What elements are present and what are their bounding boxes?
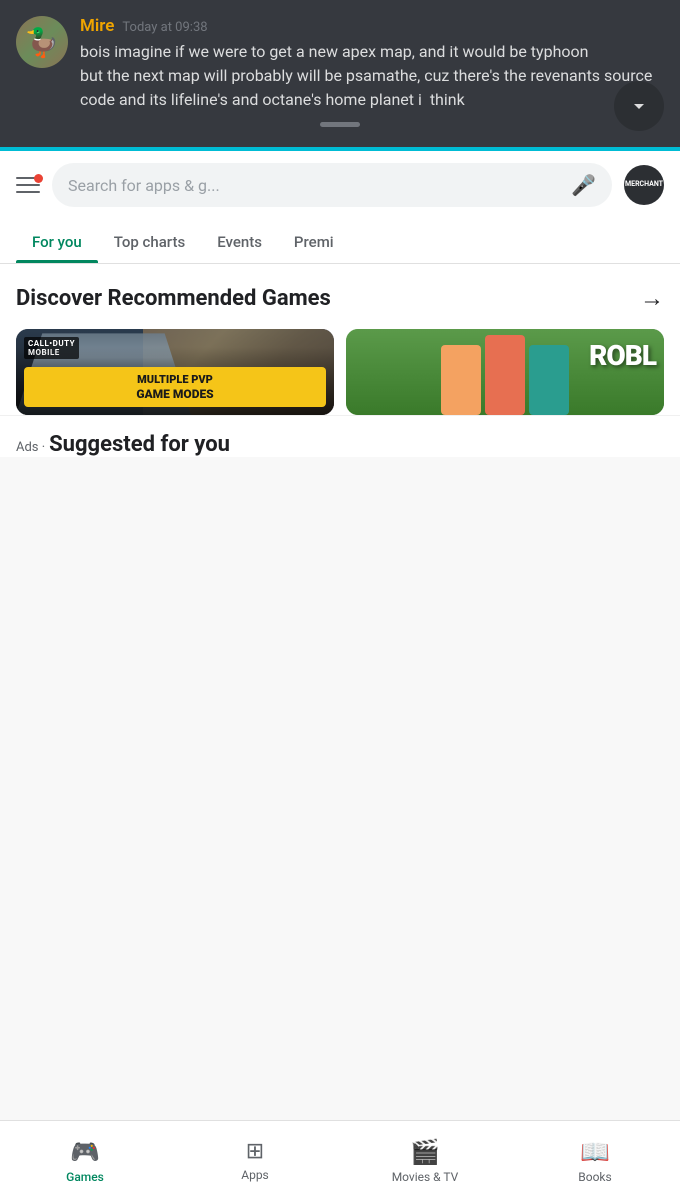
roblox-card[interactable]: ROBL ⬛ Roblox Adventure 4.4★ <box>346 329 664 415</box>
cod-card[interactable]: CALL•DUTYMOBILE MULTIPLE PVP GAME MODES … <box>16 329 334 415</box>
nav-tabs: For you Top charts Events Premi <box>0 219 680 264</box>
discord-message: 🦆 Mire Today at 09:38 bois imagine if we… <box>16 16 664 112</box>
chevron-down-icon <box>627 94 651 118</box>
nav-item-apps[interactable]: ⊞ Apps <box>170 1131 340 1190</box>
menu-button[interactable] <box>16 177 40 193</box>
cod-overlay: MULTIPLE PVP GAME MODES <box>16 347 334 415</box>
games-label: Games <box>66 1170 104 1184</box>
microphone-icon[interactable]: 🎤 <box>571 173 596 197</box>
discord-section: 🦆 Mire Today at 09:38 bois imagine if we… <box>0 0 680 147</box>
roblox-chars <box>346 351 664 416</box>
avatar: 🦆 <box>16 16 68 68</box>
suggested-section: Ads · Suggested for you <box>0 415 680 457</box>
main-content: Discover Recommended Games → CALL•DUTYMO… <box>0 264 680 415</box>
notification-dot <box>34 174 43 183</box>
section-title: Discover Recommended Games <box>16 286 331 311</box>
bottom-nav: 🎮 Games ⊞ Apps 🎬 Movies & TV 📖 Books <box>0 1120 680 1200</box>
search-placeholder: Search for apps & g... <box>68 176 563 195</box>
apps-icon: ⊞ <box>246 1139 264 1164</box>
profile-avatar-text: MERCHANT <box>624 179 664 191</box>
nav-item-movies[interactable]: 🎬 Movies & TV <box>340 1130 510 1192</box>
roblox-banner: ROBL <box>346 329 664 415</box>
tab-top-charts[interactable]: Top charts <box>98 219 201 263</box>
roblox-char-1 <box>441 345 481 415</box>
hamburger-line <box>16 184 40 186</box>
scroll-indicator <box>320 122 360 127</box>
tab-events[interactable]: Events <box>201 219 278 263</box>
nav-item-books[interactable]: 📖 Books <box>510 1130 680 1192</box>
search-container: Search for apps & g... 🎤 MERCHANT <box>0 151 680 219</box>
suggested-title: Suggested for you <box>49 432 230 457</box>
movies-label: Movies & TV <box>392 1170 459 1184</box>
books-icon: 📖 <box>580 1138 610 1166</box>
books-label: Books <box>578 1170 611 1184</box>
message-content: Mire Today at 09:38 bois imagine if we w… <box>80 16 664 112</box>
bottom-spacer <box>0 457 680 537</box>
games-icon: 🎮 <box>70 1138 100 1166</box>
search-bar[interactable]: Search for apps & g... 🎤 <box>52 163 612 207</box>
username: Mire <box>80 16 114 36</box>
ads-prefix: Ads · <box>16 440 45 455</box>
chevron-down-button[interactable] <box>614 81 664 131</box>
tab-premium[interactable]: Premi <box>278 219 350 263</box>
see-more-button[interactable]: → <box>640 284 664 313</box>
hamburger-line <box>16 191 40 193</box>
games-row: CALL•DUTYMOBILE MULTIPLE PVP GAME MODES … <box>16 329 664 415</box>
timestamp: Today at 09:38 <box>122 20 207 35</box>
profile-avatar[interactable]: MERCHANT <box>624 165 664 205</box>
apps-label: Apps <box>241 1168 269 1182</box>
nav-item-games[interactable]: 🎮 Games <box>0 1130 170 1192</box>
message-text: bois imagine if we were to get a new ape… <box>80 40 664 112</box>
pvp-line2: GAME MODES <box>34 387 316 401</box>
cod-banner: CALL•DUTYMOBILE MULTIPLE PVP GAME MODES <box>16 329 334 415</box>
tab-for-you[interactable]: For you <box>16 219 98 263</box>
section-header: Discover Recommended Games → <box>16 284 664 313</box>
roblox-char-3 <box>529 345 569 415</box>
movies-icon: 🎬 <box>410 1138 440 1166</box>
suggested-header: Ads · Suggested for you <box>16 432 664 457</box>
pvp-line1: MULTIPLE PVP <box>34 373 316 386</box>
pvp-badge: MULTIPLE PVP GAME MODES <box>24 367 326 407</box>
message-header: Mire Today at 09:38 <box>80 16 664 36</box>
roblox-char-2 <box>485 335 525 415</box>
